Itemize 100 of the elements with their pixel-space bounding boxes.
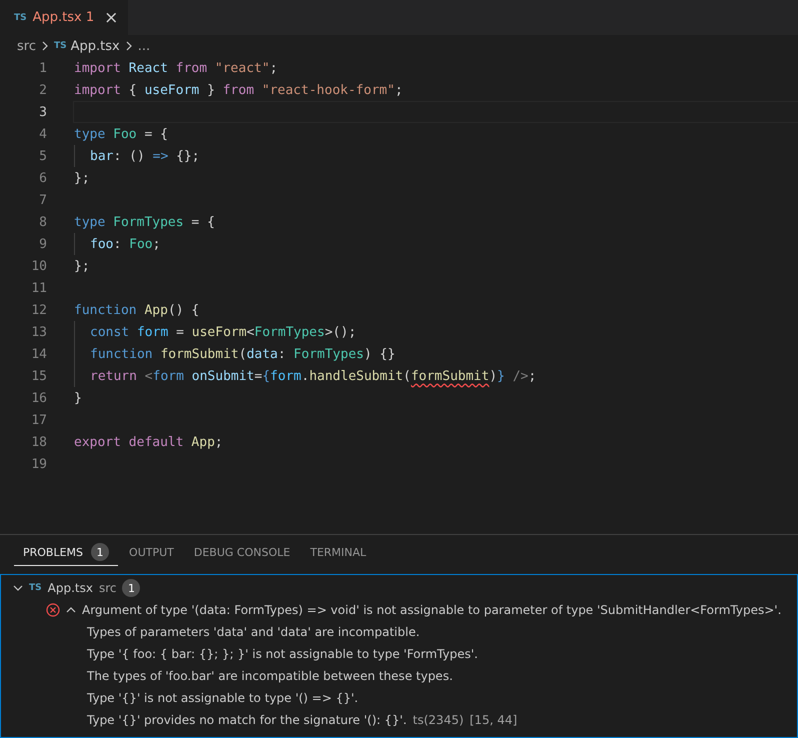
error-message: Type '{ foo: { bar: {}; }; }' is not assignable to type 'FormTypes'. bbox=[87, 647, 478, 661]
code-token: = { bbox=[191, 214, 215, 230]
code-token: useForm bbox=[192, 324, 247, 340]
code-token: /> bbox=[512, 368, 528, 384]
panel-tab[interactable]: PROBLEMS 1 bbox=[14, 539, 118, 566]
code-token: form bbox=[152, 368, 185, 384]
code-token: Foo bbox=[113, 126, 138, 142]
code-token: onSubmit bbox=[192, 368, 254, 384]
line-number: 3 bbox=[38, 104, 47, 120]
error-squiggle-token: formSubmit bbox=[410, 368, 490, 384]
code-token: "react-hook-form" bbox=[262, 82, 395, 98]
code-token: . bbox=[301, 368, 310, 384]
code-token: "react" bbox=[214, 60, 270, 76]
code-token: App bbox=[191, 434, 215, 450]
code-token: { bbox=[128, 82, 138, 98]
line-number: 17 bbox=[30, 412, 47, 428]
code-token: form bbox=[136, 324, 170, 340]
breadcrumb-folder[interactable]: src bbox=[17, 38, 36, 54]
error-message: The types of 'foo.bar' are incompatible between these types. bbox=[87, 669, 453, 683]
error-position: [15, 44] bbox=[470, 713, 518, 727]
line-number: 14 bbox=[30, 346, 47, 362]
code-token: export bbox=[74, 434, 122, 450]
chevron-right-icon bbox=[124, 41, 134, 51]
line-number: 18 bbox=[30, 434, 47, 450]
line-number: 9 bbox=[38, 236, 47, 252]
code-token: < bbox=[246, 324, 254, 340]
line-number: 5 bbox=[38, 148, 47, 164]
code-token: }; bbox=[74, 258, 90, 274]
line-number: 6 bbox=[38, 170, 47, 186]
code-token: ; bbox=[152, 236, 160, 252]
code-token: } bbox=[497, 368, 506, 384]
code-token: import bbox=[74, 60, 122, 76]
line-number: 8 bbox=[38, 214, 47, 230]
code-token: { bbox=[262, 368, 270, 384]
panel-tab[interactable]: DEBUG CONSOLE bbox=[184, 539, 300, 566]
code-token: } bbox=[74, 390, 82, 406]
editor-tab[interactable]: TS App.tsx 1 × bbox=[0, 0, 128, 35]
error-code: ts(2345) bbox=[412, 713, 464, 727]
code-token: ; bbox=[214, 434, 223, 450]
code-token: }; bbox=[74, 170, 90, 186]
line-number: 13 bbox=[30, 324, 47, 340]
line-number: 19 bbox=[30, 456, 47, 472]
code-token: {}; bbox=[176, 148, 200, 164]
code-token: ( bbox=[238, 346, 247, 362]
code-token: useForm bbox=[144, 82, 200, 98]
code-token: from bbox=[176, 60, 208, 76]
code-token: App bbox=[144, 302, 168, 318]
code-token: ( bbox=[403, 368, 411, 384]
line-number: 10 bbox=[30, 258, 47, 274]
typescript-file-icon: TS bbox=[29, 583, 42, 593]
code-token: foo bbox=[90, 236, 114, 252]
code-token: return bbox=[90, 368, 138, 384]
tab-label: PROBLEMS bbox=[23, 546, 84, 558]
code-token: const bbox=[90, 324, 130, 340]
code-token: ; bbox=[394, 82, 403, 98]
tab-label: OUTPUT bbox=[129, 546, 174, 558]
code-token: => bbox=[152, 148, 170, 164]
code-token: form bbox=[270, 368, 302, 384]
error-message: Type '{}' is not assignable to type '() => {}'. bbox=[87, 691, 358, 705]
line-number: 4 bbox=[38, 126, 47, 142]
code-token: >(); bbox=[324, 324, 356, 340]
folder-name: src bbox=[98, 581, 116, 595]
tab-label: App.tsx 1 bbox=[32, 10, 94, 25]
code-token: data bbox=[246, 346, 278, 362]
code-token: type bbox=[74, 126, 106, 142]
code-token: () { bbox=[168, 302, 200, 318]
code-token: FormTypes bbox=[113, 214, 185, 230]
code-token: FormTypes bbox=[294, 346, 364, 362]
code-token: ) {} bbox=[364, 346, 396, 362]
code-token: function bbox=[74, 302, 138, 318]
panel-tab[interactable]: OUTPUT bbox=[120, 539, 183, 566]
code-token: ) bbox=[489, 368, 498, 384]
line-number: 12 bbox=[30, 302, 47, 318]
file-name[interactable]: App.tsx bbox=[48, 581, 93, 595]
close-icon[interactable]: × bbox=[104, 8, 118, 28]
breadcrumb-item[interactable]: ... bbox=[138, 38, 150, 54]
line-number: 16 bbox=[30, 390, 47, 406]
code-token: : bbox=[278, 346, 287, 362]
code-token: bar bbox=[90, 148, 114, 164]
code-token: ; bbox=[270, 60, 278, 76]
error-message: Types of parameters 'data' and 'data' are incompatible. bbox=[87, 625, 420, 639]
code-token: formSubmit bbox=[160, 346, 239, 362]
code-token: handleSubmit bbox=[309, 368, 404, 384]
code-token: function bbox=[90, 346, 154, 362]
code-token: FormTypes bbox=[254, 324, 325, 340]
line-number: 15 bbox=[30, 368, 47, 384]
count-badge: 1 bbox=[122, 579, 140, 597]
breadcrumb-file[interactable]: App.tsx bbox=[70, 38, 120, 54]
line-number: 2 bbox=[38, 82, 47, 98]
error-message: Argument of type '(data: FormTypes) => void' is not assignable to parameter of type 'SubmitHandler<FormTypes>'. bbox=[82, 603, 782, 617]
chevron-right-icon bbox=[40, 41, 50, 51]
code-token: React bbox=[128, 60, 169, 76]
code-token: : bbox=[113, 236, 122, 252]
line-number: 1 bbox=[38, 60, 47, 76]
tab-label: TERMINAL bbox=[310, 546, 366, 558]
panel-tab[interactable]: TERMINAL bbox=[301, 539, 376, 566]
code-token: Foo bbox=[129, 236, 153, 252]
code-token: = bbox=[254, 368, 262, 384]
code-token: = { bbox=[144, 126, 168, 142]
code-token: : () bbox=[113, 148, 146, 164]
